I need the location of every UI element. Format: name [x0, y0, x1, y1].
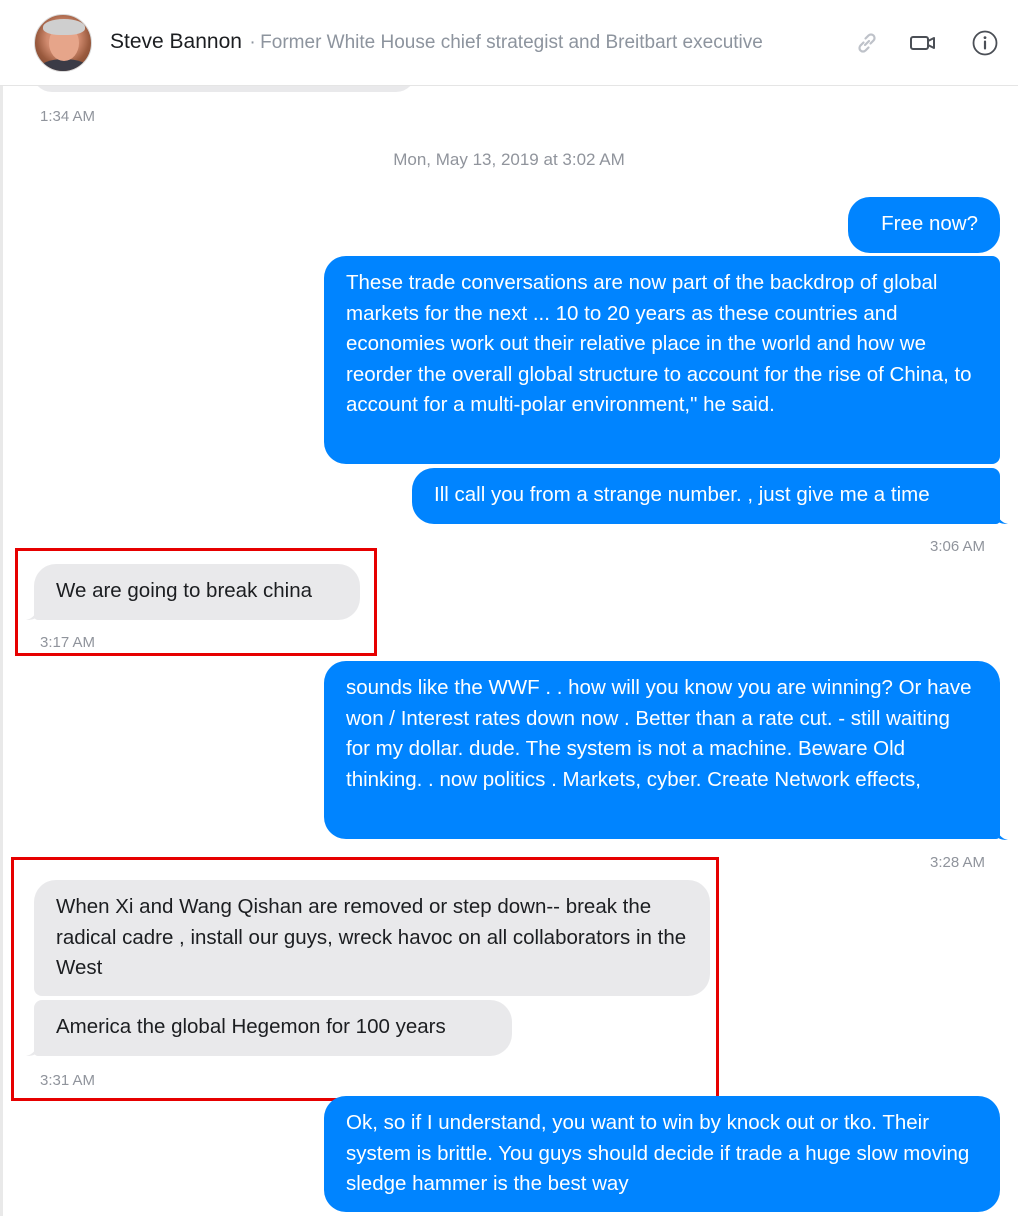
message-bubble-outgoing[interactable]: Ill call you from a strange number. , ju…: [412, 468, 1000, 524]
message-bubble-outgoing[interactable]: These trade conversations are now part o…: [324, 256, 1000, 464]
message-bubble-outgoing[interactable]: Ok, so if I understand, you want to win …: [324, 1096, 1000, 1212]
message-text: Ok, so if I understand, you want to win …: [346, 1111, 970, 1195]
message-text: Ill call you from a strange number. , ju…: [434, 483, 930, 506]
info-icon[interactable]: [970, 28, 1000, 58]
message-text: These trade conversations are now part o…: [346, 271, 972, 416]
partial-incoming-bubble: [32, 86, 416, 92]
contact-subtitle: Former White House chief strategist and …: [260, 32, 763, 53]
bubble-tail: [996, 826, 1008, 840]
conversation-header: Steve Bannon · Former White House chief …: [0, 0, 1018, 86]
link-icon[interactable]: [852, 28, 882, 58]
message-bubble-outgoing[interactable]: sounds like the WWF . . how will you kno…: [324, 661, 1000, 839]
message-text: sounds like the WWF . . how will you kno…: [346, 676, 972, 791]
header-separator: ·: [249, 32, 256, 53]
header-text: Steve Bannon · Former White House chief …: [110, 30, 763, 54]
timestamp: 3:06 AM: [930, 538, 986, 555]
highlight-box: [11, 857, 719, 1101]
timestamp: 1:34 AM: [40, 108, 96, 125]
date-separator: Mon, May 13, 2019 at 3:02 AM: [393, 150, 625, 169]
bubble-tail: [996, 510, 1008, 524]
message-bubble-outgoing[interactable]: Free now?: [848, 197, 1000, 253]
video-call-icon[interactable]: [908, 28, 938, 58]
timestamp: 3:28 AM: [930, 854, 986, 871]
message-thread[interactable]: 1:34 AM Mon, May 13, 2019 at 3:02 AM Fre…: [0, 86, 1018, 1216]
avatar[interactable]: [34, 14, 92, 72]
contact-name[interactable]: Steve Bannon: [110, 30, 242, 53]
highlight-box: [15, 548, 377, 656]
avatar-hair: [43, 19, 85, 35]
message-text: Free now?: [881, 212, 978, 235]
